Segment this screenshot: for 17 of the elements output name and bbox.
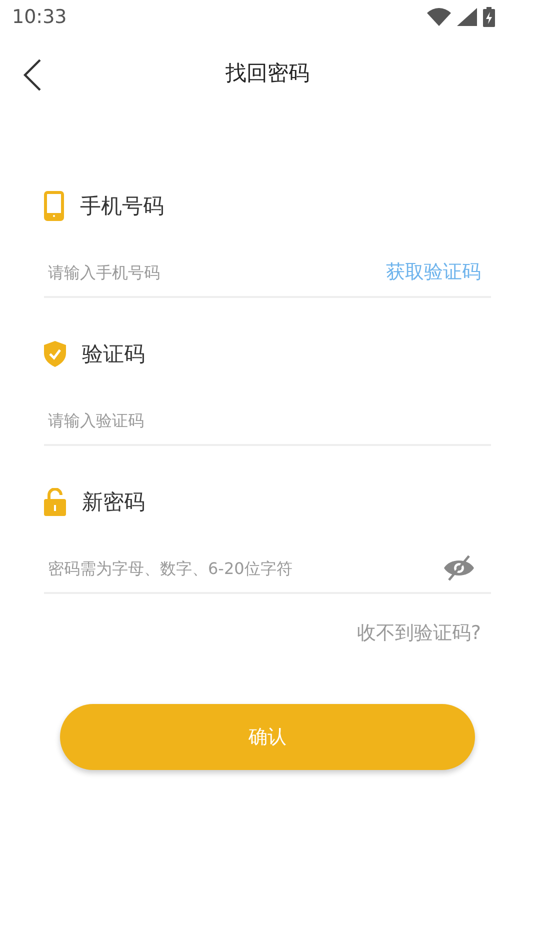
- help-link[interactable]: 收不到验证码?: [356, 620, 481, 646]
- battery-icon: [483, 7, 495, 27]
- signal-icon: [457, 8, 477, 26]
- page-title: 找回密码: [226, 60, 310, 87]
- field-label: 验证码: [82, 341, 145, 368]
- confirm-button[interactable]: 确认: [60, 704, 475, 770]
- wifi-icon: [427, 8, 451, 26]
- field-label: 手机号码: [80, 193, 164, 220]
- input-field[interactable]: 密码需为字母、数字、6-20位字符: [44, 558, 443, 578]
- input-field[interactable]: 请输入手机号码: [44, 262, 386, 282]
- field-label: 新密码: [82, 489, 145, 516]
- unlocked-padlock-icon: [44, 488, 66, 516]
- phone-icon: [44, 191, 64, 221]
- status-time: 10:33: [12, 6, 67, 28]
- get-code-button[interactable]: 获取验证码: [386, 259, 491, 285]
- input-field[interactable]: 请输入验证码: [44, 410, 491, 430]
- shield-check-icon: [44, 341, 66, 367]
